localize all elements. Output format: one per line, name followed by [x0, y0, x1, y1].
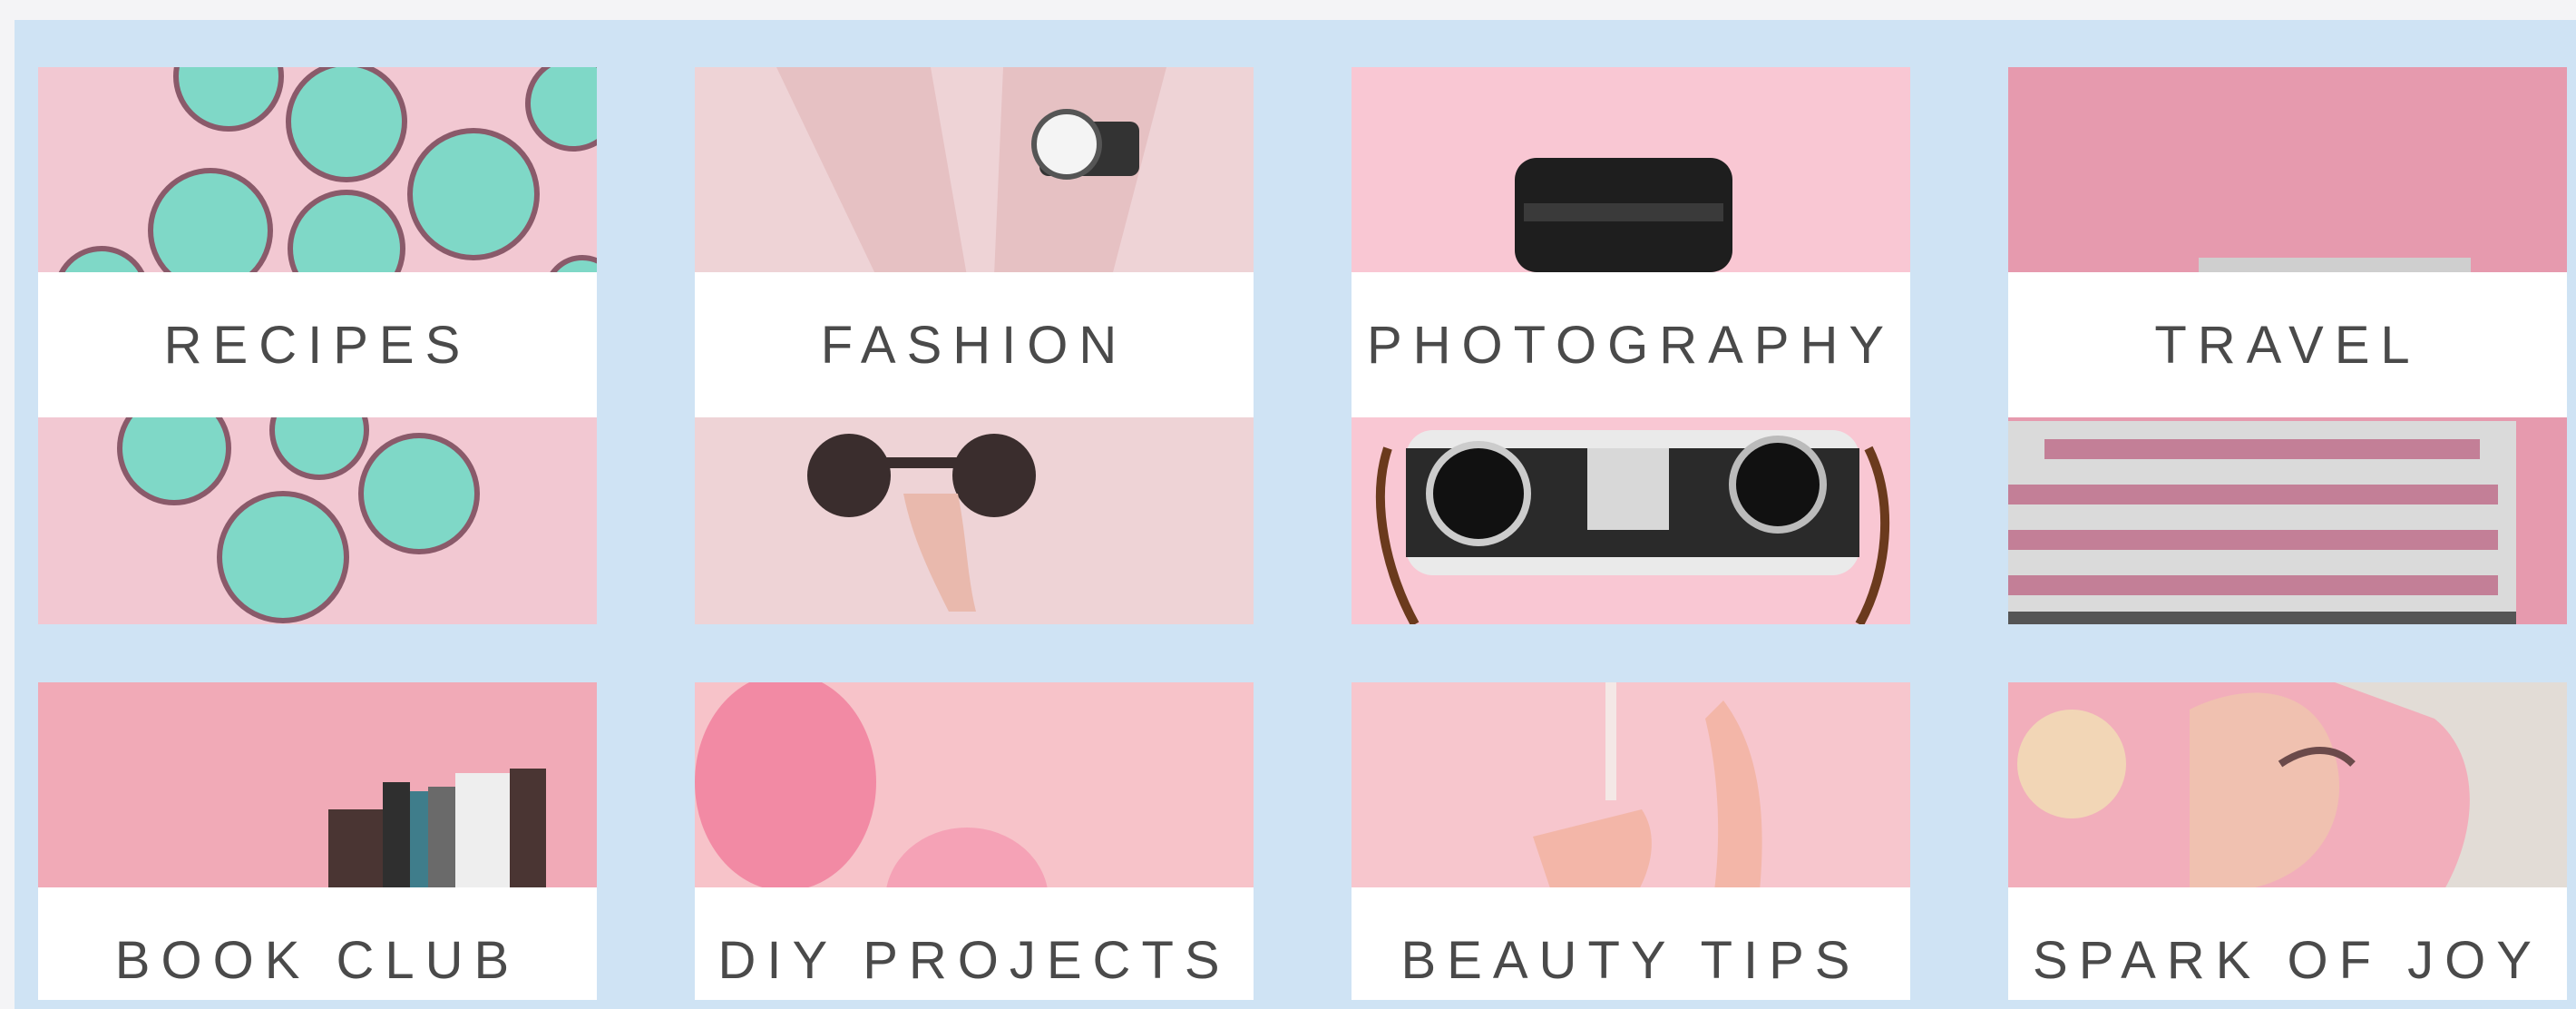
category-label: FASHION [820, 315, 1128, 375]
category-label: SPARK OF JOY [2033, 930, 2542, 990]
category-label: TRAVEL [2154, 315, 2421, 375]
category-label-band: SPARK OF JOY [2008, 887, 2567, 1000]
category-tile-fashion[interactable]: FASHION [695, 67, 1254, 624]
category-label-band: BOOK CLUB [38, 887, 597, 1000]
category-label-band: TRAVEL [2008, 272, 2567, 417]
category-label-band: DIY PROJECTS [695, 887, 1254, 1000]
category-tile-travel[interactable]: TRAVEL [2008, 67, 2567, 624]
category-tile-diy-projects[interactable]: DIY PROJECTS [695, 682, 1254, 1000]
category-label-band: FASHION [695, 272, 1254, 417]
category-label: BEAUTY TIPS [1400, 930, 1861, 990]
category-tile-beauty-tips[interactable]: BEAUTY TIPS [1351, 682, 1910, 1000]
category-label-band: BEAUTY TIPS [1351, 887, 1910, 1000]
category-tile-recipes[interactable]: RECIPES [38, 67, 597, 624]
category-label-band: PHOTOGRAPHY [1351, 272, 1910, 417]
category-label: PHOTOGRAPHY [1366, 315, 1896, 375]
category-label: BOOK CLUB [114, 930, 521, 990]
category-label-band: RECIPES [38, 272, 597, 417]
category-grid: RECIPES FASHION PHOTOGRAPHY TRAVEL BOOK … [15, 20, 2576, 1009]
category-tile-spark-of-joy[interactable]: SPARK OF JOY [2008, 682, 2567, 1000]
category-label: RECIPES [163, 315, 472, 375]
category-tile-photography[interactable]: PHOTOGRAPHY [1351, 67, 1910, 624]
category-tile-book-club[interactable]: BOOK CLUB [38, 682, 597, 1000]
category-label: DIY PROJECTS [717, 930, 1231, 990]
